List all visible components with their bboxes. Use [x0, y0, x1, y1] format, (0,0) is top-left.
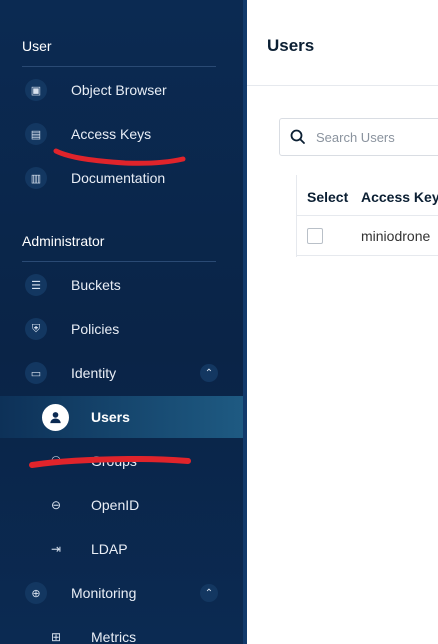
chevron-up-icon[interactable]: ⌃ — [200, 584, 218, 602]
sidebar-item-metrics[interactable]: ⊞ Metrics — [0, 617, 243, 644]
documentation-icon: ▥ — [25, 167, 47, 189]
page-title: Users — [267, 36, 315, 55]
sidebar-item-users[interactable]: Users — [0, 396, 243, 438]
sidebar-item-groups[interactable]: ⚇ Groups — [0, 441, 243, 481]
section-divider — [22, 261, 216, 262]
sidebar-item-object-browser[interactable]: ▣ Object Browser — [0, 70, 243, 110]
sidebar-item-label: Policies — [71, 321, 120, 337]
sidebar-item-access-keys[interactable]: ▤ Access Keys — [0, 114, 243, 154]
sidebar-item-ldap[interactable]: ⇥ LDAP — [0, 529, 243, 569]
section-title-administrator: Administrator — [22, 233, 105, 249]
metrics-icon: ⊞ — [50, 630, 62, 644]
sidebar-item-label: Metrics — [91, 629, 137, 644]
search-icon — [289, 128, 307, 146]
sidebar-item-buckets[interactable]: ☰ Buckets — [0, 265, 243, 305]
search-box[interactable] — [279, 118, 438, 156]
main-content: Users — [247, 0, 438, 644]
column-header-select[interactable]: Select — [307, 189, 348, 205]
users-table: Select Access Key miniodrone — [296, 175, 438, 257]
access-keys-icon: ▤ — [25, 123, 47, 145]
sidebar-item-label: Documentation — [71, 170, 166, 186]
sidebar-item-label: Identity — [71, 365, 117, 381]
sidebar-item-monitoring[interactable]: ⊕ Monitoring ⌃ — [0, 573, 243, 613]
row-checkbox[interactable] — [307, 228, 323, 244]
sidebar-item-openid[interactable]: ⊖ OpenID — [0, 485, 243, 525]
section-title-user: User — [22, 38, 52, 54]
search-input[interactable] — [316, 127, 438, 147]
ldap-icon: ⇥ — [50, 542, 62, 556]
sidebar-item-label: Buckets — [71, 277, 121, 293]
buckets-icon: ☰ — [25, 274, 47, 296]
sidebar-item-documentation[interactable]: ▥ Documentation — [0, 158, 243, 198]
sidebar-item-label: OpenID — [91, 497, 140, 513]
chevron-up-icon[interactable]: ⌃ — [200, 364, 218, 382]
openid-icon: ⊖ — [50, 498, 62, 512]
sidebar-item-label: Object Browser — [71, 82, 167, 98]
sidebar-item-label: Access Keys — [71, 126, 152, 142]
monitoring-icon: ⊕ — [25, 582, 47, 604]
user-icon — [42, 403, 69, 431]
section-divider — [22, 66, 216, 67]
sidebar-item-label: Groups — [91, 453, 137, 469]
groups-icon: ⚇ — [50, 454, 62, 468]
sidebar: User ▣ Object Browser ▤ Access Keys ▥ Do… — [0, 0, 243, 644]
policies-icon: ⛨ — [25, 318, 47, 340]
sidebar-item-label: Monitoring — [71, 585, 137, 601]
page-header: Users — [247, 0, 438, 86]
table-row[interactable]: miniodrone — [297, 216, 438, 256]
sidebar-item-policies[interactable]: ⛨ Policies — [0, 309, 243, 349]
sidebar-item-identity[interactable]: ▭ Identity ⌃ — [0, 353, 243, 393]
identity-icon: ▭ — [25, 362, 47, 384]
sidebar-item-label: Users — [91, 409, 130, 425]
column-header-access-key[interactable]: Access Key — [361, 189, 438, 205]
sidebar-item-label: LDAP — [91, 541, 128, 557]
access-key-cell: miniodrone — [361, 228, 431, 244]
object-browser-icon: ▣ — [25, 79, 47, 101]
